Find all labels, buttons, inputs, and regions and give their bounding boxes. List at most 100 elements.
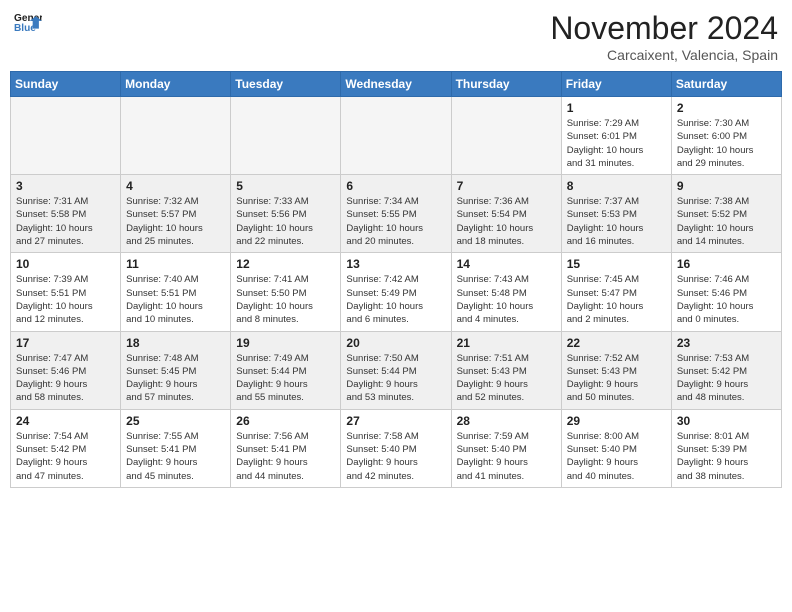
day-number: 21	[457, 336, 556, 350]
calendar-cell: 27 Sunrise: 7:58 AM Sunset: 5:40 PM Dayli…	[341, 409, 451, 487]
day-info: Sunrise: 7:50 AM Sunset: 5:44 PM Dayligh…	[346, 352, 445, 405]
day-number: 2	[677, 101, 776, 115]
day-info: Sunrise: 7:54 AM Sunset: 5:42 PM Dayligh…	[16, 430, 115, 483]
calendar-cell: 19 Sunrise: 7:49 AM Sunset: 5:44 PM Dayli…	[231, 331, 341, 409]
calendar-cell: 20 Sunrise: 7:50 AM Sunset: 5:44 PM Dayli…	[341, 331, 451, 409]
day-info: Sunrise: 7:37 AM Sunset: 5:53 PM Dayligh…	[567, 195, 666, 248]
weekday-header: Sunday	[11, 72, 121, 97]
location: Carcaixent, Valencia, Spain	[550, 47, 778, 63]
calendar-cell: 25Sunrise: 7:55 AM Sunset: 5:41 PM Dayli…	[121, 409, 231, 487]
calendar-week-row: 24 Sunrise: 7:54 AM Sunset: 5:42 PM Dayli…	[11, 409, 782, 487]
day-number: 3	[16, 179, 115, 193]
day-number: 10	[16, 257, 115, 271]
weekday-row: SundayMondayTuesdayWednesdayThursdayFrid…	[11, 72, 782, 97]
calendar-week-row: 10 Sunrise: 7:39 AM Sunset: 5:51 PM Dayli…	[11, 253, 782, 331]
day-number: 26	[236, 414, 335, 428]
calendar-cell: 2 Sunrise: 7:30 AM Sunset: 6:00 PM Daylig…	[671, 97, 781, 175]
calendar-cell: 30Sunrise: 8:01 AM Sunset: 5:39 PM Dayli…	[671, 409, 781, 487]
day-number: 6	[346, 179, 445, 193]
day-info: Sunrise: 7:34 AM Sunset: 5:55 PM Dayligh…	[346, 195, 445, 248]
day-number: 19	[236, 336, 335, 350]
weekday-header: Saturday	[671, 72, 781, 97]
day-info: Sunrise: 7:49 AM Sunset: 5:44 PM Dayligh…	[236, 352, 335, 405]
day-number: 24	[16, 414, 115, 428]
logo: General Blue	[14, 10, 42, 38]
day-number: 5	[236, 179, 335, 193]
calendar-cell: 1 Sunrise: 7:29 AM Sunset: 6:01 PM Daylig…	[561, 97, 671, 175]
day-info: Sunrise: 7:45 AM Sunset: 5:47 PM Dayligh…	[567, 273, 666, 326]
calendar-cell: 12 Sunrise: 7:41 AM Sunset: 5:50 PM Dayli…	[231, 253, 341, 331]
day-info: Sunrise: 7:48 AM Sunset: 5:45 PM Dayligh…	[126, 352, 225, 405]
day-info: Sunrise: 7:58 AM Sunset: 5:40 PM Dayligh…	[346, 430, 445, 483]
day-info: Sunrise: 7:43 AM Sunset: 5:48 PM Dayligh…	[457, 273, 556, 326]
calendar-cell: 29Sunrise: 8:00 AM Sunset: 5:40 PM Dayli…	[561, 409, 671, 487]
calendar-cell: 18Sunrise: 7:48 AM Sunset: 5:45 PM Dayli…	[121, 331, 231, 409]
calendar-cell	[231, 97, 341, 175]
title-block: November 2024 Carcaixent, Valencia, Spai…	[550, 10, 778, 63]
calendar-cell: 22 Sunrise: 7:52 AM Sunset: 5:43 PM Dayli…	[561, 331, 671, 409]
calendar-cell: 6 Sunrise: 7:34 AM Sunset: 5:55 PM Daylig…	[341, 175, 451, 253]
day-info: Sunrise: 7:42 AM Sunset: 5:49 PM Dayligh…	[346, 273, 445, 326]
day-info: Sunrise: 7:32 AM Sunset: 5:57 PM Dayligh…	[126, 195, 225, 248]
day-info: Sunrise: 8:01 AM Sunset: 5:39 PM Dayligh…	[677, 430, 776, 483]
day-info: Sunrise: 7:38 AM Sunset: 5:52 PM Dayligh…	[677, 195, 776, 248]
calendar-header: SundayMondayTuesdayWednesdayThursdayFrid…	[11, 72, 782, 97]
day-info: Sunrise: 7:53 AM Sunset: 5:42 PM Dayligh…	[677, 352, 776, 405]
day-number: 7	[457, 179, 556, 193]
calendar-cell: 13 Sunrise: 7:42 AM Sunset: 5:49 PM Dayli…	[341, 253, 451, 331]
weekday-header: Thursday	[451, 72, 561, 97]
calendar-cell: 3 Sunrise: 7:31 AM Sunset: 5:58 PM Daylig…	[11, 175, 121, 253]
day-number: 29	[567, 414, 666, 428]
day-info: Sunrise: 7:31 AM Sunset: 5:58 PM Dayligh…	[16, 195, 115, 248]
weekday-header: Tuesday	[231, 72, 341, 97]
logo-icon: General Blue	[14, 10, 42, 38]
day-info: Sunrise: 7:51 AM Sunset: 5:43 PM Dayligh…	[457, 352, 556, 405]
calendar-cell	[121, 97, 231, 175]
calendar-cell: 11 Sunrise: 7:40 AM Sunset: 5:51 PM Dayli…	[121, 253, 231, 331]
page-header: General Blue November 2024 Carcaixent, V…	[10, 10, 782, 63]
day-info: Sunrise: 7:52 AM Sunset: 5:43 PM Dayligh…	[567, 352, 666, 405]
day-info: Sunrise: 7:55 AM Sunset: 5:41 PM Dayligh…	[126, 430, 225, 483]
calendar-cell: 15 Sunrise: 7:45 AM Sunset: 5:47 PM Dayli…	[561, 253, 671, 331]
calendar-cell: 23 Sunrise: 7:53 AM Sunset: 5:42 PM Dayli…	[671, 331, 781, 409]
day-info: Sunrise: 7:41 AM Sunset: 5:50 PM Dayligh…	[236, 273, 335, 326]
calendar-cell: 28 Sunrise: 7:59 AM Sunset: 5:40 PM Dayli…	[451, 409, 561, 487]
day-number: 16	[677, 257, 776, 271]
calendar-cell: 16Sunrise: 7:46 AM Sunset: 5:46 PM Dayli…	[671, 253, 781, 331]
month-title: November 2024	[550, 10, 778, 47]
day-number: 27	[346, 414, 445, 428]
weekday-header: Monday	[121, 72, 231, 97]
day-number: 20	[346, 336, 445, 350]
day-number: 8	[567, 179, 666, 193]
day-info: Sunrise: 7:39 AM Sunset: 5:51 PM Dayligh…	[16, 273, 115, 326]
day-info: Sunrise: 7:29 AM Sunset: 6:01 PM Dayligh…	[567, 117, 666, 170]
calendar-cell: 26 Sunrise: 7:56 AM Sunset: 5:41 PM Dayli…	[231, 409, 341, 487]
calendar-cell: 10 Sunrise: 7:39 AM Sunset: 5:51 PM Dayli…	[11, 253, 121, 331]
day-info: Sunrise: 7:59 AM Sunset: 5:40 PM Dayligh…	[457, 430, 556, 483]
calendar-week-row: 1 Sunrise: 7:29 AM Sunset: 6:01 PM Daylig…	[11, 97, 782, 175]
day-info: Sunrise: 7:33 AM Sunset: 5:56 PM Dayligh…	[236, 195, 335, 248]
calendar-cell	[341, 97, 451, 175]
calendar-cell: 7Sunrise: 7:36 AM Sunset: 5:54 PM Daylig…	[451, 175, 561, 253]
day-number: 28	[457, 414, 556, 428]
day-number: 4	[126, 179, 225, 193]
day-number: 11	[126, 257, 225, 271]
day-number: 17	[16, 336, 115, 350]
day-number: 1	[567, 101, 666, 115]
calendar-cell: 9Sunrise: 7:38 AM Sunset: 5:52 PM Daylig…	[671, 175, 781, 253]
day-number: 12	[236, 257, 335, 271]
day-number: 13	[346, 257, 445, 271]
calendar-cell	[451, 97, 561, 175]
day-number: 14	[457, 257, 556, 271]
day-number: 15	[567, 257, 666, 271]
calendar-cell: 17 Sunrise: 7:47 AM Sunset: 5:46 PM Dayli…	[11, 331, 121, 409]
day-info: Sunrise: 7:40 AM Sunset: 5:51 PM Dayligh…	[126, 273, 225, 326]
day-info: Sunrise: 7:47 AM Sunset: 5:46 PM Dayligh…	[16, 352, 115, 405]
day-number: 23	[677, 336, 776, 350]
day-number: 22	[567, 336, 666, 350]
calendar-cell: 8 Sunrise: 7:37 AM Sunset: 5:53 PM Daylig…	[561, 175, 671, 253]
day-info: Sunrise: 7:56 AM Sunset: 5:41 PM Dayligh…	[236, 430, 335, 483]
calendar-cell: 14 Sunrise: 7:43 AM Sunset: 5:48 PM Dayli…	[451, 253, 561, 331]
day-info: Sunrise: 7:30 AM Sunset: 6:00 PM Dayligh…	[677, 117, 776, 170]
calendar-cell: 5 Sunrise: 7:33 AM Sunset: 5:56 PM Daylig…	[231, 175, 341, 253]
